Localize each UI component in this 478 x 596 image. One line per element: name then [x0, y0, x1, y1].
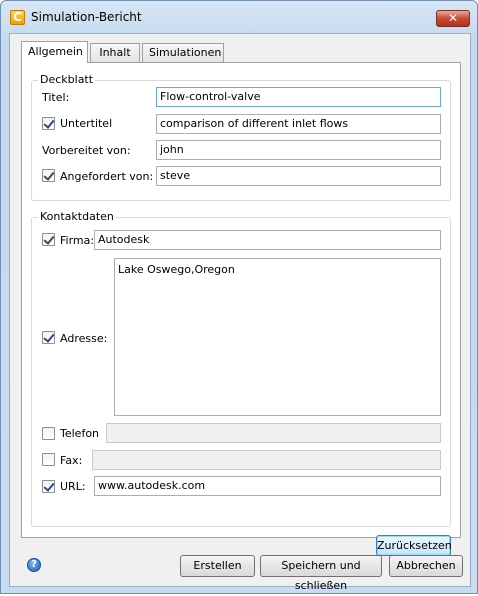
requested-by-checkbox[interactable] — [42, 169, 55, 182]
phone-checkbox[interactable] — [42, 427, 55, 440]
fax-input[interactable] — [92, 450, 441, 470]
cover-group-label: Deckblatt — [38, 73, 96, 86]
title-label: Titel: — [42, 91, 70, 104]
contact-group-label: Kontaktdaten — [38, 210, 116, 223]
cover-group: Deckblatt Titel: Flow-control-valve Unte… — [31, 73, 451, 201]
window-title: Simulation-Bericht — [31, 10, 142, 24]
contact-group: Kontaktdaten Firma: Autodesk Lake Oswego… — [31, 210, 451, 527]
phone-label: Telefon — [60, 427, 100, 440]
subtitle-checkbox[interactable] — [42, 117, 55, 130]
url-label: URL: — [60, 480, 86, 493]
dialog-client-area: Allgemein Inhalt Simulationen Deckblatt … — [9, 33, 471, 592]
fax-checkbox[interactable] — [42, 453, 55, 466]
title-bar[interactable]: C Simulation-Bericht ✕ — [1, 1, 477, 33]
reset-button[interactable]: Zurücksetzen — [376, 535, 452, 556]
address-label: Adresse: — [60, 332, 108, 345]
fax-label: Fax: — [60, 454, 83, 467]
help-icon[interactable]: ? — [27, 558, 41, 572]
save-and-close-button[interactable]: Speichern und schließen — [260, 555, 382, 592]
create-button[interactable]: Erstellen — [180, 555, 255, 577]
tab-inhalt[interactable]: Inhalt — [90, 43, 140, 62]
prepared-by-input[interactable]: john — [156, 140, 441, 160]
app-logo-icon: C — [10, 10, 25, 25]
address-checkbox[interactable] — [42, 331, 55, 344]
tab-allgemein[interactable]: Allgemein — [21, 41, 88, 63]
subtitle-label: Untertitel — [60, 117, 113, 130]
url-checkbox[interactable] — [42, 480, 55, 493]
title-input[interactable]: Flow-control-valve — [156, 87, 441, 107]
prepared-by-label: Vorbereitet von: — [42, 144, 131, 157]
cancel-button[interactable]: Abbrechen — [389, 555, 463, 577]
requested-by-label: Angefordert von: — [60, 170, 154, 183]
subtitle-input[interactable]: comparison of different inlet flows — [156, 114, 441, 134]
company-checkbox[interactable] — [42, 233, 55, 246]
company-input[interactable]: Autodesk — [94, 230, 441, 250]
close-icon: ✕ — [447, 11, 459, 25]
company-label: Firma: — [60, 234, 95, 247]
url-input[interactable]: www.autodesk.com — [94, 476, 441, 496]
phone-input[interactable] — [106, 423, 441, 443]
requested-by-input[interactable]: steve — [156, 166, 441, 186]
tab-panel-allgemein: Deckblatt Titel: Flow-control-valve Unte… — [21, 62, 461, 556]
dialog-window: C Simulation-Bericht ✕ Allgemein Inhalt … — [0, 0, 478, 594]
close-button[interactable]: ✕ — [436, 10, 470, 27]
tab-simulationen[interactable]: Simulationen — [142, 43, 224, 62]
address-textarea[interactable]: Lake Oswego,Oregon — [114, 258, 441, 416]
